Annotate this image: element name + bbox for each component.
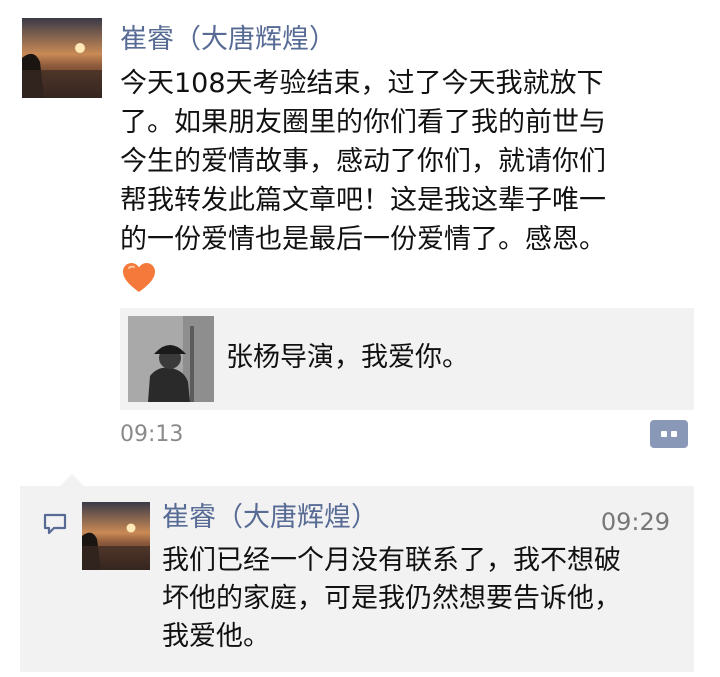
dot-icon — [671, 431, 677, 437]
comment-timestamp: 09:29 — [600, 508, 670, 536]
comment-author-avatar[interactable] — [82, 502, 150, 570]
post-author-name[interactable]: 崔睿（大唐辉煌） — [120, 20, 336, 60]
shared-link-title: 张杨导演，我爱你。 — [226, 342, 469, 373]
comment-text[interactable]: 我们已经一个月没有联系了，我不想破 坏他的家庭，可是我仍然想要告诉他， 我爱他。 — [162, 542, 682, 656]
comment-text-line: 我爱他。 — [162, 621, 270, 652]
post-text-line: 帮我转发此篇文章吧！这是我这辈子唯一 — [120, 185, 606, 216]
post-text-line: 今生的爱情故事，感动了你们，就请你们 — [120, 146, 606, 177]
post-author-avatar[interactable] — [22, 18, 102, 98]
post-text: 今天108天考验结束，过了今天我就放下 了。如果朋友圈里的你们看了我的前世与 今… — [120, 64, 710, 259]
comment-author-name[interactable]: 崔睿（大唐辉煌） — [162, 498, 378, 538]
heart-icon — [122, 262, 156, 294]
post-timestamp: 09:13 — [120, 422, 184, 447]
comment-panel: 崔睿（大唐辉煌） 09:29 我们已经一个月没有联系了，我不想破 坏他的家庭，可… — [20, 474, 694, 672]
comment-panel-notch — [60, 474, 84, 486]
dot-icon — [661, 431, 667, 437]
shared-link-thumbnail — [128, 316, 214, 402]
post-text-line: 今天108天考验结束，过了今天我就放下 — [120, 68, 604, 99]
more-actions-button[interactable] — [650, 420, 688, 448]
post-text-line: 的一份爱情也是最后一份爱情了。感恩。 — [120, 224, 606, 255]
comment-text-line: 坏他的家庭，可是我仍然想要告诉他， — [162, 583, 621, 614]
comment-bubble-icon — [42, 512, 68, 536]
post-text-line: 了。如果朋友圈里的你们看了我的前世与 — [120, 107, 606, 138]
shared-link-card[interactable]: 张杨导演，我爱你。 — [120, 308, 694, 410]
comment-text-line: 我们已经一个月没有联系了，我不想破 — [162, 545, 621, 576]
